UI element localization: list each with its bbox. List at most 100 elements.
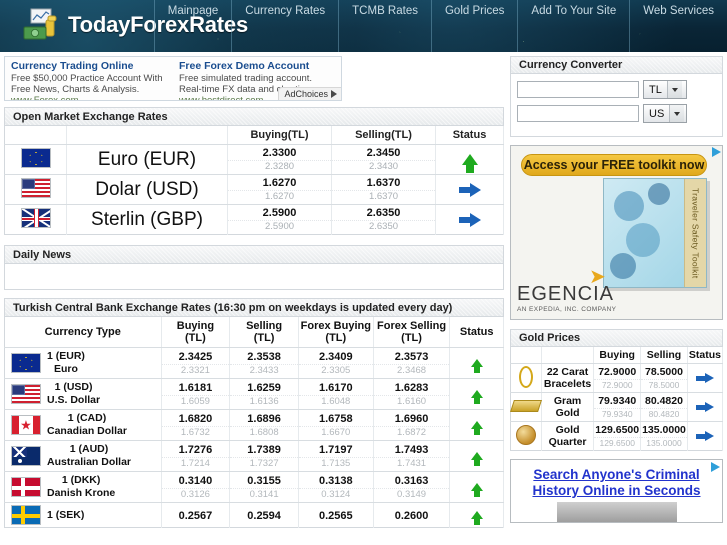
selling-cell: 78.5000 78.5000	[640, 363, 688, 393]
col-selling: Selling(TL)	[331, 126, 436, 145]
egencia-logo: EGENCIA AN EXPEDIA, INC. COMPANY	[517, 283, 616, 313]
selling-cell: 2.6350 2.6350	[331, 204, 436, 235]
selling-cell: 0.3155 0.3141	[229, 471, 299, 503]
converter-currency-label-1: TL	[649, 83, 662, 96]
selling-value: 1.7389	[247, 443, 281, 456]
ad-info-triangle-icon[interactable]	[711, 462, 720, 472]
buying-cell: 2.3300 2.3280	[227, 144, 332, 175]
nav-item-mainpage[interactable]: Mainpage	[153, 0, 232, 52]
currency-code: 1 (EUR)	[47, 350, 85, 362]
status-cell	[449, 409, 504, 441]
selling-previous: 135.0000	[641, 437, 687, 450]
ad-unit-1[interactable]: Currency Trading Online Free $50,000 Pra…	[5, 57, 173, 100]
col-currency-type: Currency Type	[4, 317, 162, 348]
flag-cell	[4, 204, 67, 235]
table-row: 1 (AUD) Australian Dollar 1.7276 1.7214 …	[4, 440, 504, 472]
egencia-cta-button[interactable]: Access your FREE toolkit now	[521, 154, 707, 176]
status-arrow-right-icon	[458, 182, 481, 197]
ad-url[interactable]: www.Forex.com	[11, 95, 167, 100]
top-text-ad[interactable]: Currency Trading Online Free $50,000 Pra…	[4, 56, 342, 101]
currency-code: 1 (CAD)	[67, 412, 107, 424]
currency-cell: ★ 1 (CAD) Canadian Dollar	[4, 409, 162, 441]
forex-selling-previous: 1.7431	[373, 456, 450, 471]
currency-cell: 1 (USD) U.S. Dollar	[4, 378, 162, 410]
tcmb-table: Currency Type Buying (TL) Selling (TL) F…	[4, 317, 504, 528]
converter-currency-select-1[interactable]: TL	[643, 80, 687, 99]
site-header: TodayForexRates Mainpage Currency Rates …	[0, 0, 727, 52]
buying-cell: 1.7276 1.7214	[161, 440, 231, 472]
egencia-spine-label: Traveler Safety Toolkit	[684, 179, 706, 287]
ad-image	[556, 502, 677, 522]
flag-icon-eu	[20, 148, 51, 168]
nav-item-add-to-your-site[interactable]: Add To Your Site	[517, 0, 629, 52]
egencia-banner-ad[interactable]: Access your FREE toolkit now Traveler Sa…	[510, 145, 723, 320]
col-status: Status	[687, 347, 724, 364]
table-header-row: Buying(TL) Selling(TL) Status	[4, 126, 504, 145]
selling-previous: 1.6136	[230, 394, 298, 409]
forex-buying-value: 0.2565	[318, 509, 353, 522]
currency-cell: 1 (EUR) Euro	[4, 347, 162, 379]
status-cell	[449, 471, 504, 503]
flag-cell	[4, 174, 67, 205]
currency-labels: 1 (SEK)	[47, 509, 84, 522]
forex-selling-previous: 0.3149	[373, 487, 450, 502]
forex-selling-cell: 1.7493 1.7431	[373, 440, 451, 472]
icon-cell	[510, 363, 542, 393]
converter-amount-input-2[interactable]	[517, 105, 639, 122]
forex-buying-previous: 1.6048	[298, 394, 373, 409]
egencia-toolkit-image: Traveler Safety Toolkit	[603, 178, 707, 288]
buying-previous: 1.6059	[161, 394, 230, 409]
buying-value: 72.9000	[598, 366, 637, 378]
egencia-brand: EGENCIA	[517, 283, 615, 305]
nav-item-tcmb-rates[interactable]: TCMB Rates	[338, 0, 431, 52]
converter-amount-input-1[interactable]	[517, 81, 639, 98]
currency-labels: 1 (AUD) Australian Dollar	[47, 443, 131, 469]
ad-headline-line-1[interactable]: Search Anyone's Criminal	[517, 467, 716, 483]
status-arrow-up-icon	[470, 483, 483, 497]
forex-buying-cell: 2.3409 2.3305	[298, 347, 374, 379]
chevron-down-icon[interactable]	[666, 81, 682, 98]
buying-cell: 0.3140 0.3126	[161, 471, 231, 503]
adchoices-triangle-icon	[331, 90, 337, 98]
table-header-row: Buying Selling Status	[510, 347, 724, 364]
status-cell	[435, 204, 504, 235]
nav-item-web-services[interactable]: Web Services	[629, 0, 727, 52]
forex-buying-previous: 0.3124	[298, 487, 373, 502]
currency-name: Euro (EUR)	[66, 144, 228, 175]
ad-title[interactable]: Free Forex Demo Account	[179, 60, 335, 72]
status-arrow-up-icon	[461, 154, 478, 173]
selling-previous: 78.5000	[641, 379, 687, 392]
status-arrow-right-icon	[695, 401, 714, 413]
adchoices-button[interactable]: AdChoices	[278, 87, 341, 100]
currency-code: 1 (SEK)	[47, 508, 85, 521]
status-arrow-up-icon	[470, 452, 483, 466]
selling-value: 0.2594	[247, 509, 281, 522]
buying-value: 1.6820	[178, 412, 213, 425]
converter-currency-select-2[interactable]: US	[643, 104, 687, 123]
selling-value: 80.4820	[645, 395, 683, 407]
forex-selling-cell: 1.6283 1.6160	[373, 378, 451, 410]
col-flag	[4, 126, 67, 145]
forex-buying-value: 1.6758	[318, 412, 353, 425]
daily-news-body	[4, 264, 504, 290]
tcmb-title: Turkish Central Bank Exchange Rates (16:…	[4, 298, 504, 317]
status-cell	[449, 502, 504, 528]
nav-item-gold-prices[interactable]: Gold Prices	[430, 0, 517, 52]
currency-labels: 1 (DKK) Danish Krone	[47, 474, 115, 500]
buying-cell: 2.5900 2.5900	[227, 204, 332, 235]
converter-row-1: TL	[517, 80, 716, 99]
left-column: Currency Trading Online Free $50,000 Pra…	[0, 52, 508, 528]
ad-description: Free $50,000 Practice Account With Free …	[11, 73, 163, 95]
chevron-down-icon[interactable]	[669, 105, 685, 122]
ad-headline-line-2[interactable]: History Online in Seconds	[517, 483, 716, 499]
status-cell	[435, 144, 504, 175]
status-cell	[449, 440, 504, 472]
ad-info-triangle-icon[interactable]	[712, 147, 721, 157]
selling-value: 1.6370	[366, 177, 401, 189]
gold-prices-panel: Gold Prices Buying Selling Status 22 Car…	[509, 329, 724, 451]
nav-item-currency-rates[interactable]: Currency Rates	[231, 0, 338, 52]
ad-title[interactable]: Currency Trading Online	[11, 60, 167, 72]
criminal-history-ad[interactable]: Search Anyone's Criminal History Online …	[510, 459, 723, 523]
buying-previous: 1.6732	[161, 425, 230, 440]
gold-prices-table: Buying Selling Status 22 Carat Bracelets	[509, 347, 724, 451]
